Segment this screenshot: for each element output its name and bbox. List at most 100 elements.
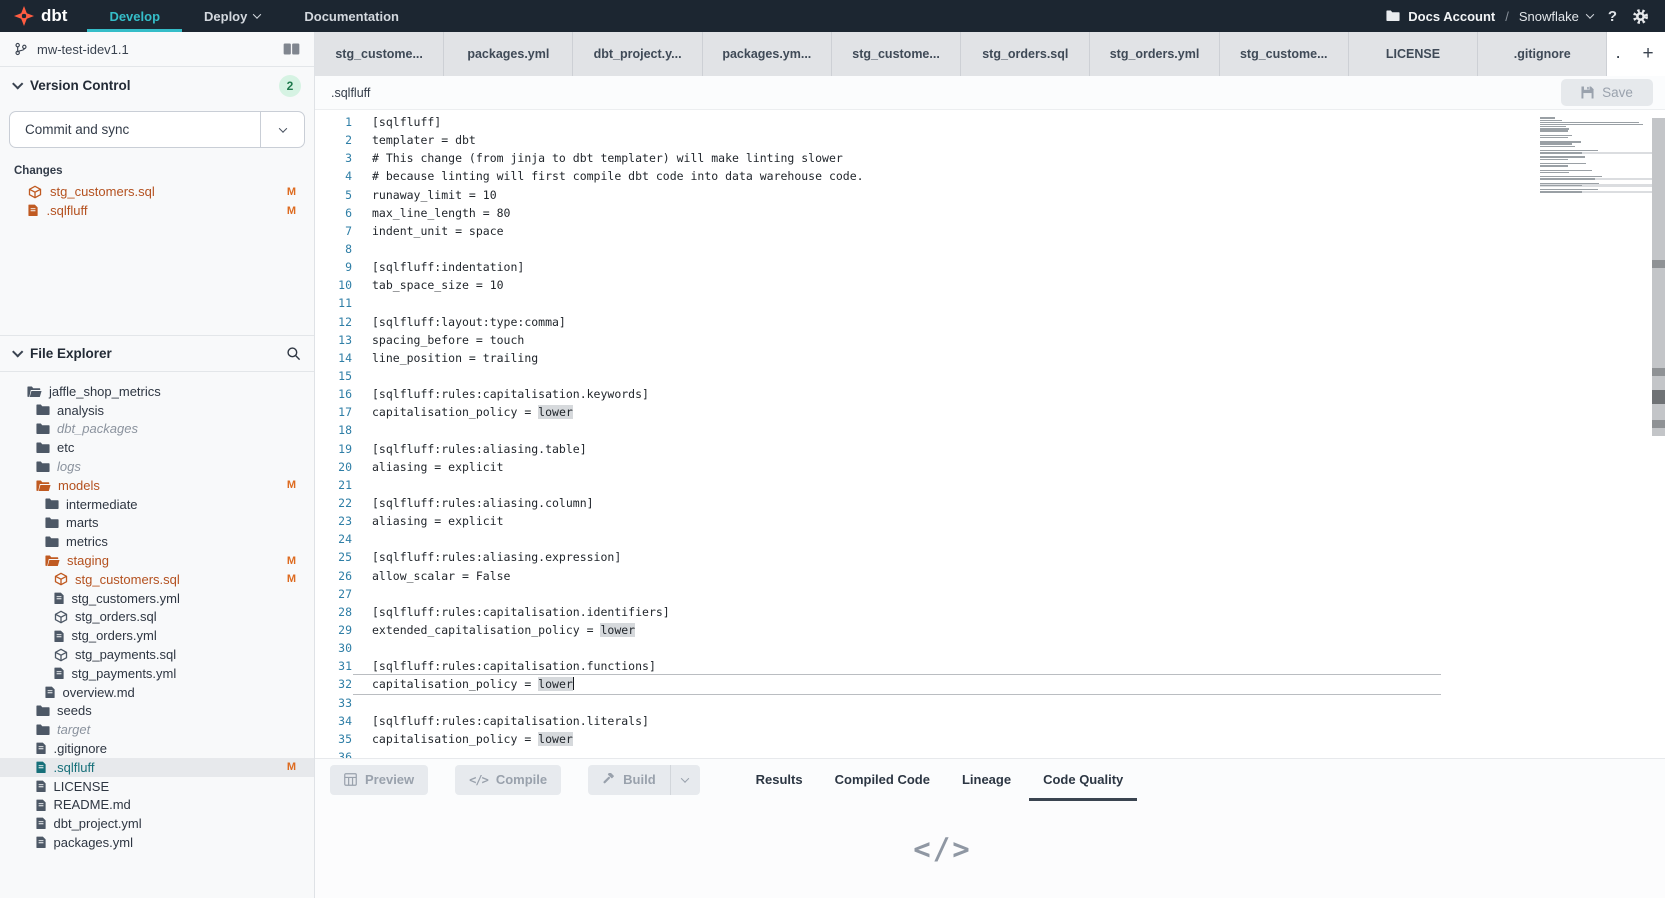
panel-tab-code-quality[interactable]: Code Quality — [1027, 759, 1139, 801]
editor-tab-stg-custome[interactable]: stg_custome... — [1220, 32, 1349, 76]
code-line-9[interactable]: 9[sqlfluff:indentation] — [315, 258, 1665, 276]
nav-item-deploy[interactable]: Deploy — [182, 0, 282, 32]
code-line-33[interactable]: 33 — [315, 694, 1665, 712]
editor-tab-active-partial[interactable]: . — [1607, 32, 1631, 76]
tree-item-seeds[interactable]: seeds — [0, 702, 314, 721]
tree-item-etc[interactable]: etc — [0, 438, 314, 457]
code-line-24[interactable]: 24 — [315, 530, 1665, 548]
tree-item-license[interactable]: LICENSE — [0, 777, 314, 796]
tree-item-packages-yml[interactable]: packages.yml — [0, 833, 314, 852]
account-switcher[interactable]: Docs Account / Snowflake — [1386, 9, 1593, 24]
code-line-19[interactable]: 19[sqlfluff:rules:aliasing.table] — [315, 440, 1665, 458]
code-line-2[interactable]: 2templater = dbt — [315, 131, 1665, 149]
settings-gear-icon[interactable] — [1632, 8, 1649, 25]
code-line-4[interactable]: 4# because linting will first compile db… — [315, 167, 1665, 185]
tree-item-gitignore[interactable]: .gitignore — [0, 739, 314, 758]
file-explorer-header[interactable]: File Explorer — [0, 335, 314, 372]
code-line-26[interactable]: 26allow_scalar = False — [315, 567, 1665, 585]
code-line-1[interactable]: 1[sqlfluff] — [315, 113, 1665, 131]
code-line-21[interactable]: 21 — [315, 476, 1665, 494]
tree-item-marts[interactable]: marts — [0, 514, 314, 533]
editor-tab-stg-custome[interactable]: stg_custome... — [315, 32, 444, 76]
tree-item-dbt-packages[interactable]: dbt_packages — [0, 420, 314, 439]
tree-item-readme-md[interactable]: README.md — [0, 796, 314, 815]
code-line-5[interactable]: 5runaway_limit = 10 — [315, 186, 1665, 204]
minimap[interactable] — [1540, 117, 1652, 195]
tree-item-target[interactable]: target — [0, 720, 314, 739]
nav-item-develop[interactable]: Develop — [87, 0, 182, 32]
tree-item-sqlfluff[interactable]: .sqlfluffM — [0, 758, 314, 777]
code-line-16[interactable]: 16[sqlfluff:rules:capitalisation.keyword… — [315, 385, 1665, 403]
code-line-28[interactable]: 28[sqlfluff:rules:capitalisation.identif… — [315, 603, 1665, 621]
search-icon[interactable] — [286, 346, 301, 361]
code-line-7[interactable]: 7indent_unit = space — [315, 222, 1665, 240]
code-line-29[interactable]: 29extended_capitalisation_policy = lower — [315, 621, 1665, 639]
code-line-23[interactable]: 23aliasing = explicit — [315, 512, 1665, 530]
tree-item-dbt-project-yml[interactable]: dbt_project.yml — [0, 814, 314, 833]
code-line-11[interactable]: 11 — [315, 294, 1665, 312]
editor-tab-stg-orders-sql[interactable]: stg_orders.sql — [961, 32, 1090, 76]
code-line-31[interactable]: 31[sqlfluff:rules:capitalisation.functio… — [315, 657, 1665, 675]
code-line-14[interactable]: 14line_position = trailing — [315, 349, 1665, 367]
compile-button[interactable]: </>Compile — [455, 765, 561, 795]
code-line-27[interactable]: 27 — [315, 585, 1665, 603]
help-icon[interactable]: ? — [1606, 8, 1619, 25]
code-line-36[interactable]: 36 — [315, 748, 1665, 758]
build-options-chevron[interactable] — [670, 765, 700, 795]
commit-and-sync-button[interactable]: Commit and sync — [9, 111, 305, 148]
code-line-18[interactable]: 18 — [315, 421, 1665, 439]
editor-tab-stg-orders-yml[interactable]: stg_orders.yml — [1090, 32, 1219, 76]
commit-options-chevron[interactable] — [260, 112, 304, 147]
editor-tab-stg-custome[interactable]: stg_custome... — [832, 32, 961, 76]
build-button[interactable]: Build — [588, 765, 670, 795]
tree-item-stg-payments-sql[interactable]: stg_payments.sql — [0, 645, 314, 664]
code-line-8[interactable]: 8 — [315, 240, 1665, 258]
tree-item-staging[interactable]: stagingM — [0, 551, 314, 570]
editor-tab-dbt-project-y[interactable]: dbt_project.y... — [573, 32, 702, 76]
change-item-stg-customers-sql[interactable]: stg_customers.sqlM — [0, 182, 314, 201]
tree-item-intermediate[interactable]: intermediate — [0, 495, 314, 514]
editor-tab-license[interactable]: LICENSE — [1349, 32, 1478, 76]
git-branch-row[interactable]: mw-test-idev1.1 — [0, 32, 314, 67]
tree-item-models[interactable]: modelsM — [0, 476, 314, 495]
code-editor[interactable]: 1[sqlfluff]2templater = dbt3# This chang… — [315, 110, 1665, 758]
code-line-32[interactable]: 32capitalisation_policy = lower — [315, 675, 1665, 693]
version-control-header[interactable]: Version Control 2 — [0, 67, 314, 104]
tree-item-stg-customers-yml[interactable]: stg_customers.yml — [0, 589, 314, 608]
code-line-20[interactable]: 20aliasing = explicit — [315, 458, 1665, 476]
panel-tab-lineage[interactable]: Lineage — [946, 759, 1027, 801]
tree-item-stg-payments-yml[interactable]: stg_payments.yml — [0, 664, 314, 683]
new-tab-button[interactable]: + — [1631, 32, 1665, 76]
tree-item-stg-orders-yml[interactable]: stg_orders.yml — [0, 626, 314, 645]
code-line-30[interactable]: 30 — [315, 639, 1665, 657]
dbt-brand[interactable]: dbt — [0, 0, 87, 32]
code-line-17[interactable]: 17capitalisation_policy = lower — [315, 403, 1665, 421]
preview-button[interactable]: Preview — [330, 765, 428, 795]
tree-item-metrics[interactable]: metrics — [0, 532, 314, 551]
code-line-12[interactable]: 12[sqlfluff:layout:type:comma] — [315, 313, 1665, 331]
tree-item-overview-md[interactable]: overview.md — [0, 683, 314, 702]
editor-tab-gitignore[interactable]: .gitignore — [1478, 32, 1607, 76]
code-line-35[interactable]: 35capitalisation_policy = lower — [315, 730, 1665, 748]
code-line-13[interactable]: 13spacing_before = touch — [315, 331, 1665, 349]
code-line-15[interactable]: 15 — [315, 367, 1665, 385]
panel-tab-compiled-code[interactable]: Compiled Code — [819, 759, 946, 801]
split-view-icon[interactable] — [283, 43, 300, 55]
editor-tab-packages-yml[interactable]: packages.yml — [444, 32, 573, 76]
tree-item-analysis[interactable]: analysis — [0, 401, 314, 420]
code-line-10[interactable]: 10tab_space_size = 10 — [315, 276, 1665, 294]
editor-tab-packages-ym[interactable]: packages.ym... — [703, 32, 832, 76]
change-item-sqlfluff[interactable]: .sqlfluffM — [0, 201, 314, 220]
code-line-3[interactable]: 3# This change (from jinja to dbt templa… — [315, 149, 1665, 167]
code-line-6[interactable]: 6max_line_length = 80 — [315, 204, 1665, 222]
tree-item-stg-customers-sql[interactable]: stg_customers.sqlM — [0, 570, 314, 589]
save-button[interactable]: Save — [1561, 79, 1653, 106]
tree-item-jaffle-shop-metrics[interactable]: jaffle_shop_metrics — [0, 382, 314, 401]
code-line-34[interactable]: 34[sqlfluff:rules:capitalisation.literal… — [315, 712, 1665, 730]
code-line-25[interactable]: 25[sqlfluff:rules:aliasing.expression] — [315, 548, 1665, 566]
editor-scrollbar[interactable] — [1652, 118, 1665, 436]
tree-item-stg-orders-sql[interactable]: stg_orders.sql — [0, 608, 314, 627]
nav-item-documentation[interactable]: Documentation — [282, 0, 421, 32]
panel-tab-results[interactable]: Results — [740, 759, 819, 801]
tree-item-logs[interactable]: logs — [0, 457, 314, 476]
